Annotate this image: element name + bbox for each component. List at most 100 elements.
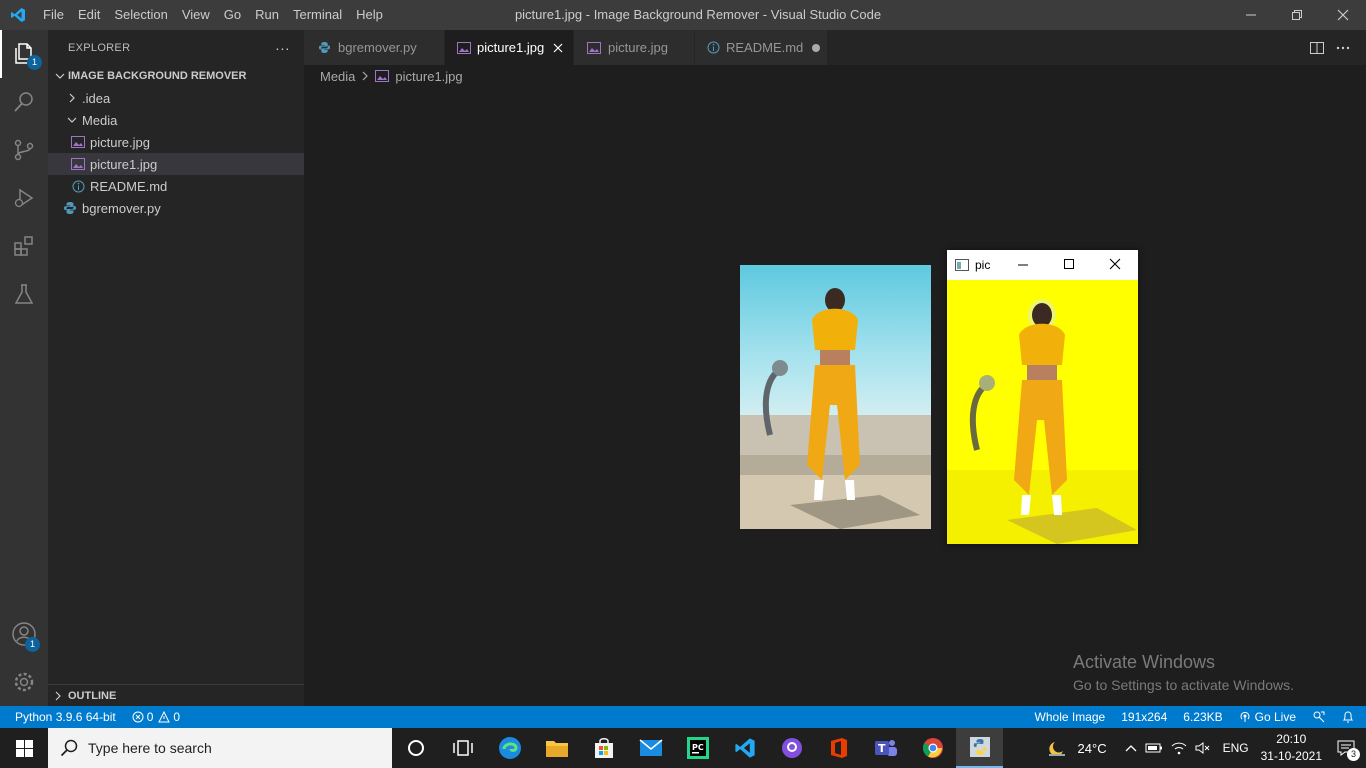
clock-date: 31-10-2021: [1260, 749, 1322, 763]
tree-item-media[interactable]: Media: [48, 109, 304, 131]
restore-button[interactable]: [1274, 0, 1320, 30]
chevron-right-icon: [361, 71, 369, 81]
minimize-button[interactable]: [1228, 0, 1274, 30]
run-debug-activity-button[interactable]: [0, 174, 48, 222]
chevron-up-icon[interactable]: [1121, 728, 1141, 768]
activate-windows-watermark: Activate Windows Go to Settings to activ…: [1073, 652, 1294, 693]
accounts-activity-button[interactable]: 1: [0, 610, 48, 658]
breadcrumb-folder[interactable]: Media: [320, 69, 355, 84]
menu-file[interactable]: File: [36, 0, 71, 30]
menu-go[interactable]: Go: [217, 0, 248, 30]
taskbar-search-box[interactable]: Type here to search: [48, 728, 392, 768]
language-indicator[interactable]: ENG: [1215, 728, 1257, 768]
manage-activity-button[interactable]: [0, 658, 48, 706]
battery-icon[interactable]: [1141, 728, 1167, 768]
split-editor-button[interactable]: [1304, 30, 1330, 65]
tab-label: bgremover.py: [338, 40, 417, 55]
svg-text:T: T: [878, 742, 886, 755]
python-app-icon[interactable]: [956, 728, 1003, 768]
bell-icon[interactable]: [1334, 706, 1366, 728]
file-explorer-icon[interactable]: [533, 728, 580, 768]
search-activity-button[interactable]: [0, 78, 48, 126]
outline-label: OUTLINE: [68, 689, 117, 702]
teams-icon[interactable]: T: [862, 728, 909, 768]
extensions-icon: [14, 236, 33, 256]
menu-run[interactable]: Run: [248, 0, 286, 30]
tab-label: picture.jpg: [608, 40, 668, 55]
problems-indicator[interactable]: 0 0: [124, 706, 188, 728]
close-window-button[interactable]: [1320, 0, 1366, 30]
chevron-right-icon: [48, 691, 68, 701]
python-interpreter[interactable]: Python 3.9.6 64-bit: [0, 706, 124, 728]
close-icon[interactable]: [1109, 258, 1121, 273]
edge-icon[interactable]: [486, 728, 533, 768]
task-view-button[interactable]: [439, 728, 486, 768]
image-file-icon: [586, 40, 602, 56]
tree-item-readme[interactable]: README.md: [48, 175, 304, 197]
tab-readme[interactable]: README.md: [695, 30, 828, 65]
explorer-activity-button[interactable]: 1: [0, 30, 48, 78]
tree-item-picture[interactable]: picture.jpg: [48, 131, 304, 153]
close-icon[interactable]: [552, 38, 563, 58]
broadcast-icon: [1239, 711, 1251, 723]
gear-icon: [14, 672, 34, 692]
zoom-status[interactable]: Whole Image: [1027, 706, 1114, 728]
clock[interactable]: 20:10 31-10-2021: [1257, 728, 1326, 768]
go-live-button[interactable]: Go Live: [1231, 706, 1304, 728]
menu-selection[interactable]: Selection: [107, 0, 174, 30]
tab-picture[interactable]: picture.jpg: [574, 30, 695, 65]
feedback-icon[interactable]: [1304, 706, 1334, 728]
store-icon[interactable]: [580, 728, 627, 768]
more-actions-icon[interactable]: [1330, 30, 1356, 65]
workspace-root[interactable]: IMAGE BACKGROUND REMOVER: [48, 65, 304, 87]
menu-edit[interactable]: Edit: [71, 0, 107, 30]
vscode-taskbar-icon[interactable]: [721, 728, 768, 768]
source-control-activity-button[interactable]: [0, 126, 48, 174]
tree-item-label: bgremover.py: [82, 200, 161, 216]
action-center-button[interactable]: 3: [1326, 728, 1366, 768]
source-control-icon: [14, 139, 34, 161]
weather-icon[interactable]: [1042, 728, 1074, 768]
activity-bar: 1 1: [0, 30, 48, 706]
chrome-icon[interactable]: [909, 728, 956, 768]
office-icon[interactable]: [815, 728, 862, 768]
extensions-activity-button[interactable]: [0, 222, 48, 270]
menu-terminal[interactable]: Terminal: [286, 0, 349, 30]
mail-icon[interactable]: [627, 728, 674, 768]
tab-label: picture1.jpg: [477, 40, 545, 55]
more-actions-button[interactable]: ···: [275, 40, 290, 56]
volume-muted-icon[interactable]: [1191, 728, 1215, 768]
search-icon: [14, 92, 33, 112]
pic-window[interactable]: pic: [947, 250, 1138, 544]
flask-icon: [14, 284, 34, 304]
clock-time: 20:10: [1276, 732, 1307, 746]
breadcrumb-file[interactable]: picture1.jpg: [395, 69, 462, 84]
unsaved-dot-icon[interactable]: [811, 38, 821, 58]
github-desktop-icon[interactable]: [768, 728, 815, 768]
start-button[interactable]: [0, 728, 48, 768]
pycharm-icon[interactable]: PC: [674, 728, 721, 768]
maximize-button[interactable]: [1063, 258, 1075, 273]
tab-picture1[interactable]: picture1.jpg: [445, 30, 574, 65]
run-debug-icon: [14, 188, 34, 208]
sidebar-title: EXPLORER: [68, 41, 131, 54]
menu-help[interactable]: Help: [349, 0, 390, 30]
weather-temperature[interactable]: 24°C: [1074, 728, 1121, 768]
minimize-button[interactable]: [1017, 259, 1029, 274]
tab-bgremover[interactable]: bgremover.py: [304, 30, 445, 65]
windows-taskbar: Type here to search PC T 24°C ENG 20:10 …: [0, 728, 1366, 768]
outline-section[interactable]: OUTLINE: [48, 684, 304, 706]
sidebar-header: EXPLORER ···: [48, 30, 304, 65]
testing-activity-button[interactable]: [0, 270, 48, 318]
menu-view[interactable]: View: [175, 0, 217, 30]
wifi-icon[interactable]: [1167, 728, 1191, 768]
cortana-button[interactable]: [392, 728, 439, 768]
tree-item-picture1[interactable]: picture1.jpg: [48, 153, 304, 175]
tree-item-idea[interactable]: .idea: [48, 87, 304, 109]
tree-item-bgremover[interactable]: bgremover.py: [48, 197, 304, 219]
system-tray: 24°C ENG 20:10 31-10-2021 3: [1042, 728, 1366, 768]
tab-bar: bgremover.py picture1.jpg picture.jpg RE…: [304, 30, 1366, 65]
pic-window-titlebar[interactable]: pic: [947, 250, 1138, 280]
image-size: 6.23KB: [1183, 710, 1223, 724]
accounts-badge: 1: [25, 637, 40, 652]
